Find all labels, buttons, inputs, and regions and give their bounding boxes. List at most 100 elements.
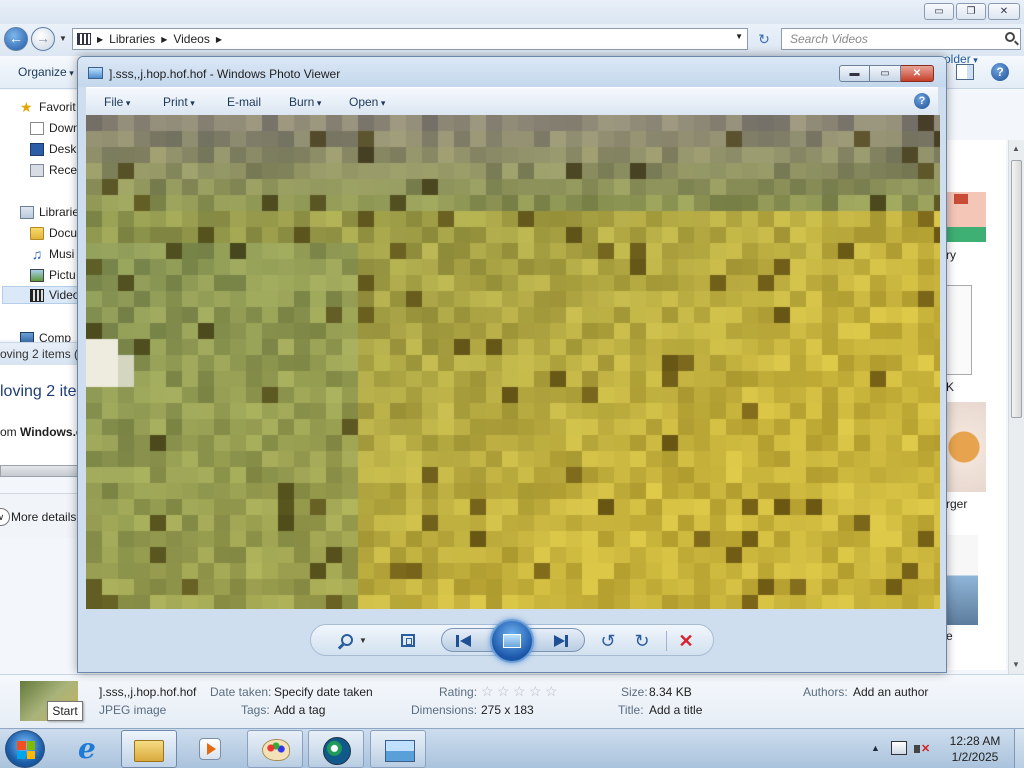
chevron-down-icon[interactable]: ∨ (0, 508, 10, 526)
recent-places-icon (30, 163, 44, 177)
explorer-close-button[interactable]: ✕ (988, 3, 1020, 20)
nav-desktop[interactable]: Desk (30, 140, 76, 158)
tags-value[interactable]: Add a tag (274, 703, 325, 717)
nav-videos[interactable]: Video (2, 286, 80, 304)
recent-pages-dropdown[interactable]: ▼ (59, 34, 67, 43)
scroll-up-icon[interactable]: ▲ (1012, 144, 1020, 153)
videos-icon (30, 288, 44, 302)
file-thumbnail[interactable] (946, 402, 986, 492)
navigation-pane: ★ Favorit Down Desk Rece Librarie Docu ♫… (0, 90, 80, 345)
photo-viewer-app-icon (88, 67, 103, 79)
rotate-left-button[interactable]: ↺ (597, 631, 619, 651)
scrollbar-thumb[interactable] (1011, 160, 1022, 418)
maximize-button[interactable]: ▭ (870, 65, 901, 82)
slideshow-button[interactable] (490, 619, 534, 663)
help-icon[interactable]: ? (991, 63, 1009, 81)
more-details-toggle[interactable]: More details (11, 510, 76, 524)
details-pane: ].sss,,j.hop.hof.hof JPEG image Date tak… (0, 674, 1024, 728)
menu-email[interactable]: E-mail (227, 95, 261, 109)
system-clock[interactable]: 12:28 AM 1/2/2025 (940, 733, 1010, 765)
taskbar-media-player[interactable] (182, 730, 238, 768)
empty-star-icon[interactable]: ☆ (497, 684, 511, 698)
minimize-button[interactable]: ▬ (839, 65, 870, 82)
taskbar-photo-viewer[interactable] (370, 730, 426, 768)
empty-star-icon[interactable]: ☆ (513, 684, 527, 698)
chevron-right-icon[interactable]: ▶ (161, 35, 167, 44)
photo-viewer-titlebar[interactable]: ].sss,,j.hop.hof.hof - Windows Photo Vie… (78, 57, 946, 87)
title-value[interactable]: Add a title (649, 703, 702, 717)
tags-label: Tags: (241, 703, 270, 717)
start-tooltip: Start (47, 701, 83, 721)
date-taken-value[interactable]: Specify date taken (274, 685, 373, 699)
taskbar-windows-explorer[interactable] (121, 730, 177, 768)
menu-file[interactable]: File (104, 95, 130, 109)
file-thumbnail[interactable] (946, 285, 972, 375)
volume-muted-icon[interactable]: ✕ (914, 741, 930, 757)
file-label[interactable]: rger (946, 497, 967, 511)
show-desktop-button[interactable] (1014, 729, 1024, 768)
chevron-right-icon[interactable]: ▶ (216, 35, 222, 44)
start-button[interactable] (5, 730, 45, 768)
empty-star-icon[interactable]: ☆ (529, 684, 543, 698)
breadcrumb-libraries[interactable]: Libraries (109, 32, 155, 46)
breadcrumb-videos[interactable]: Videos (173, 32, 209, 46)
nav-recent-places[interactable]: Rece (30, 161, 77, 179)
nav-label: Librarie (39, 205, 80, 219)
file-label[interactable]: K (946, 380, 954, 394)
file-list-scrollbar[interactable]: ▲ ▼ (1008, 140, 1024, 675)
menu-burn[interactable]: Burn (289, 95, 321, 109)
organize-menu[interactable]: Organize (18, 65, 74, 79)
nav-libraries[interactable]: Librarie (20, 203, 79, 221)
next-icon (554, 635, 565, 647)
search-icon[interactable] (1005, 32, 1015, 42)
photo-display[interactable] (86, 115, 940, 609)
forward-button[interactable]: → (31, 27, 55, 51)
empty-star-icon[interactable]: ☆ (545, 684, 559, 698)
nav-music[interactable]: ♫ Musi (30, 245, 75, 263)
file-thumbnail[interactable] (946, 192, 986, 242)
next-button[interactable] (549, 631, 571, 651)
taskbar-media-center[interactable] (308, 730, 364, 768)
address-bar[interactable]: ▶ Libraries ▶ Videos ▶ ▼ (72, 28, 748, 50)
nav-label: Docu (49, 226, 78, 240)
scroll-down-icon[interactable]: ▼ (1012, 660, 1020, 669)
libraries-icon (20, 205, 34, 219)
file-thumbnail[interactable] (946, 535, 978, 625)
zoom-button[interactable]: ▼ (337, 631, 367, 651)
close-button[interactable]: ✕ (901, 65, 934, 82)
rating-stars[interactable]: ☆ ☆ ☆ ☆ ☆ (481, 684, 559, 698)
nav-favorites[interactable]: ★ Favorit (20, 98, 76, 116)
menu-open[interactable]: Open (349, 95, 385, 109)
preview-pane-icon[interactable] (956, 64, 974, 80)
menu-print[interactable]: Print (163, 95, 195, 109)
control-separator (666, 631, 667, 651)
nav-pictures[interactable]: Pictu (30, 266, 76, 284)
rotate-right-button[interactable]: ↻ (631, 631, 653, 651)
authors-value[interactable]: Add an author (853, 685, 928, 699)
copy-progress-bar (0, 465, 80, 477)
previous-button[interactable] (453, 631, 475, 651)
nav-documents[interactable]: Docu (30, 224, 77, 242)
address-history-dropdown[interactable]: ▼ (735, 32, 743, 41)
help-icon[interactable]: ? (914, 93, 930, 109)
nav-label: Video (49, 288, 80, 302)
file-label[interactable]: ry (946, 248, 956, 262)
taskbar-paint[interactable] (247, 730, 303, 768)
network-icon[interactable] (891, 741, 907, 755)
refresh-icon[interactable]: ↻ (752, 28, 776, 50)
media-center-icon (323, 737, 351, 765)
taskbar-internet-explorer[interactable]: e (66, 730, 122, 768)
empty-star-icon[interactable]: ☆ (481, 684, 495, 698)
search-input[interactable]: Search Videos (781, 28, 1021, 50)
file-label[interactable]: e (946, 629, 953, 643)
explorer-minimize-button[interactable]: ▭ (924, 3, 954, 20)
chevron-down-icon: ▼ (359, 636, 367, 645)
actual-size-button[interactable] (397, 631, 419, 651)
delete-button[interactable]: ✕ (675, 631, 697, 651)
show-hidden-icons-arrow[interactable]: ▲ (871, 743, 880, 753)
back-button[interactable]: ← (4, 27, 28, 51)
explorer-restore-button[interactable]: ❐ (956, 3, 986, 20)
chevron-right-icon[interactable]: ▶ (97, 35, 103, 44)
nav-downloads[interactable]: Down (30, 119, 80, 137)
viewer-control-bar: ▼ ↺ ↻ ✕ (310, 619, 714, 663)
